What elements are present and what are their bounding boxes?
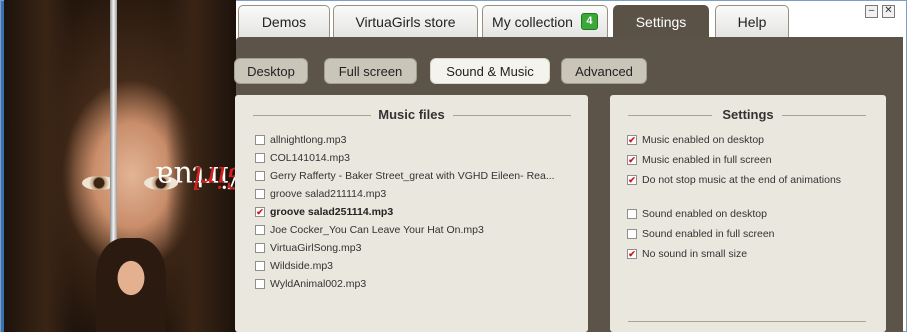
- music-file-name: VirtuaGirlSong.mp3: [270, 242, 362, 254]
- settings-option-checkbox[interactable]: [627, 135, 637, 145]
- music-file-name: Wildside.mp3: [270, 260, 334, 272]
- settings-bottom-rule: [628, 321, 866, 322]
- subtab-desktop-label: Desktop: [247, 63, 295, 79]
- subtab-fullscreen-label: Full screen: [338, 63, 403, 79]
- music-file-name: Joe Cocker_You Can Leave Your Hat On.mp3: [270, 224, 484, 236]
- settings-title: Settings: [722, 107, 774, 122]
- music-files-title: Music files: [378, 107, 445, 122]
- music-file-item[interactable]: groove salad251114.mp3: [255, 203, 393, 221]
- subtab-full-screen[interactable]: Full screen: [324, 58, 417, 84]
- music-file-checkbox[interactable]: [255, 135, 265, 145]
- tab-settings-label: Settings: [635, 14, 687, 30]
- logo-text-girl: Girl: [192, 159, 237, 194]
- settings-option-label: Music enabled on desktop: [642, 134, 764, 146]
- music-file-item[interactable]: Joe Cocker_You Can Leave Your Hat On.mp3: [255, 221, 484, 239]
- subtab-advanced[interactable]: Advanced: [561, 58, 647, 84]
- subtab-advanced-label: Advanced: [575, 63, 633, 79]
- settings-option-checkbox[interactable]: [627, 229, 637, 239]
- minimize-icon[interactable]: –: [865, 5, 878, 18]
- settings-option-label: Sound enabled on desktop: [642, 208, 767, 220]
- settings-option[interactable]: Sound enabled in full screen: [627, 225, 775, 243]
- sound-settings-panel: Settings Music enabled on desktop Music e…: [610, 95, 886, 332]
- tab-collection-label: My collection: [492, 13, 573, 30]
- settings-option-checkbox[interactable]: [627, 175, 637, 185]
- tab-my-collection[interactable]: My collection 4: [482, 5, 608, 37]
- subtab-desktop[interactable]: Desktop: [234, 58, 308, 84]
- music-file-checkbox[interactable]: [255, 279, 265, 289]
- settings-option-checkbox[interactable]: [627, 249, 637, 259]
- music-file-item[interactable]: WyldAnimal002.mp3: [255, 275, 366, 293]
- subtab-sound-music[interactable]: Sound & Music: [430, 58, 550, 84]
- settings-content: Desktop Full screen Sound & Music Advanc…: [234, 37, 903, 332]
- music-file-item[interactable]: groove salad211114.mp3: [255, 185, 386, 203]
- tab-demos-label: Demos: [261, 13, 307, 30]
- collection-count-badge: 4: [580, 13, 598, 30]
- music-file-item[interactable]: COL141014.mp3: [255, 149, 350, 167]
- tab-demos[interactable]: Demos: [238, 5, 330, 37]
- settings-option[interactable]: Do not stop music at the end of animatio…: [627, 171, 841, 189]
- model-portrait: VirtuaGirl: [4, 0, 236, 332]
- settings-option-label: Sound enabled in full screen: [642, 228, 775, 240]
- tab-help[interactable]: Help: [715, 5, 789, 37]
- settings-option[interactable]: Music enabled in full screen: [627, 151, 772, 169]
- music-files-panel: Music files allnightlong.mp3 COL141014.mp…: [235, 95, 588, 332]
- music-file-checkbox[interactable]: [255, 153, 265, 163]
- settings-option-label: Music enabled in full screen: [642, 154, 772, 166]
- music-file-checkbox[interactable]: [255, 225, 265, 235]
- music-file-name: COL141014.mp3: [270, 152, 350, 164]
- settings-option-checkbox[interactable]: [627, 155, 637, 165]
- settings-option-checkbox[interactable]: [627, 209, 637, 219]
- music-file-item[interactable]: Gerry Rafferty - Baker Street_great with…: [255, 167, 555, 185]
- tab-help-label: Help: [737, 13, 767, 30]
- tab-store-label: VirtuaGirls store: [355, 13, 456, 30]
- portrait-small-model: [96, 238, 166, 332]
- music-file-name: allnightlong.mp3: [270, 134, 347, 146]
- tab-virtuagirls-store[interactable]: VirtuaGirls store: [333, 5, 478, 37]
- settings-option[interactable]: No sound in small size: [627, 245, 747, 263]
- music-file-checkbox[interactable]: [255, 189, 265, 199]
- music-file-item[interactable]: allnightlong.mp3: [255, 131, 346, 149]
- music-file-name: groove salad211114.mp3: [270, 188, 387, 200]
- music-file-checkbox[interactable]: [255, 243, 265, 253]
- close-icon[interactable]: ✕: [882, 5, 895, 18]
- settings-option-label: Do not stop music at the end of animatio…: [642, 174, 842, 186]
- music-file-checkbox[interactable]: [255, 171, 265, 181]
- music-file-name: Gerry Rafferty - Baker Street_great with…: [270, 170, 555, 182]
- music-file-name: WyldAnimal002.mp3: [270, 278, 367, 290]
- settings-option[interactable]: Music enabled on desktop: [627, 131, 764, 149]
- music-file-item[interactable]: Wildside.mp3: [255, 257, 333, 275]
- settings-option-label: No sound in small size: [642, 248, 748, 260]
- settings-option[interactable]: Sound enabled on desktop: [627, 205, 767, 223]
- music-file-checkbox[interactable]: [255, 261, 265, 271]
- tab-settings[interactable]: Settings: [613, 5, 709, 38]
- virtuagirl-logo: VirtuaGirl: [10, 14, 236, 224]
- music-file-name: groove salad251114.mp3: [270, 206, 394, 218]
- subtab-sound-label: Sound & Music: [446, 63, 534, 79]
- music-file-item[interactable]: VirtuaGirlSong.mp3: [255, 239, 361, 257]
- music-file-checkbox[interactable]: [255, 207, 265, 217]
